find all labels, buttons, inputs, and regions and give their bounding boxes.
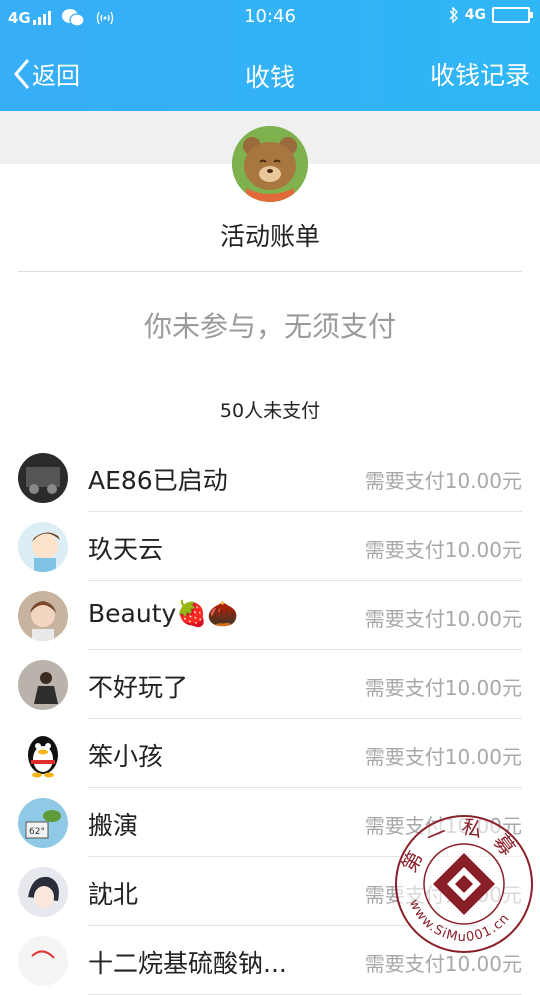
member-avatar — [18, 453, 68, 503]
unpaid-count: 50人未支付 — [219, 400, 321, 422]
collection-record-link[interactable]: 收钱记录 — [430, 56, 530, 92]
no-payment-notice: 你未参与，无须支付 — [143, 310, 396, 343]
header-bar: 4G 10:46 4G 返回 收钱 收钱记录 — [0, 0, 540, 111]
payment-amount: 需要支付10.00元 — [364, 745, 522, 769]
payment-amount: 需要支付10.00元 — [364, 676, 522, 700]
member-name: 不好玩了 — [88, 673, 189, 702]
member-name: 十二烷基硫酸钠... — [88, 949, 287, 978]
member-name: 笨小孩 — [88, 742, 164, 771]
nav-bar: 返回 收钱 收钱记录 — [0, 48, 540, 98]
bear-icon — [232, 126, 308, 202]
penguin-avatar-icon — [18, 729, 68, 779]
watermark-seal-icon: 第一私募 www.SiMu001.cn — [395, 814, 533, 953]
list-item[interactable]: 玖天云 需要支付10.00元 — [0, 512, 540, 581]
payment-amount: 需要支付10.00元 — [364, 538, 522, 562]
activity-title: 活动账单 — [219, 222, 320, 251]
section-divider — [18, 271, 522, 272]
payment-amount: 需要支付10.00元 — [364, 469, 522, 493]
svg-text:62°: 62° — [29, 827, 45, 837]
dark-photo-avatar-icon — [18, 453, 68, 503]
list-item[interactable]: 不好玩了 需要支付10.00元 — [0, 650, 540, 719]
network-type-label: 4G — [464, 7, 486, 23]
payment-amount: 需要支付10.00元 — [364, 607, 522, 631]
member-avatar — [18, 660, 68, 710]
list-item[interactable]: AE86已启动 需要支付10.00元 — [0, 443, 540, 512]
member-name: AE86已启动 — [88, 466, 228, 495]
watermark-seal: 第一私募 www.SiMu001.cn — [393, 813, 535, 955]
cartoon-62-avatar-icon: 62° — [18, 798, 68, 848]
member-avatar — [18, 729, 68, 779]
list-item[interactable]: 笨小孩 需要支付10.00元 — [0, 719, 540, 788]
member-avatar: 62° — [18, 798, 68, 848]
cartoon-boy-avatar-icon — [18, 522, 68, 572]
bluetooth-icon — [449, 7, 458, 23]
anime-avatar-icon — [18, 867, 68, 917]
member-avatar — [18, 867, 68, 917]
status-bar: 4G 10:46 4G — [0, 0, 540, 36]
member-name: 玖天云 — [88, 535, 164, 564]
member-name: 搬演 — [88, 811, 139, 840]
list-item[interactable]: Beauty🍓🌰 需要支付10.00元 — [0, 581, 540, 650]
member-name: Beauty🍓🌰 — [88, 599, 239, 628]
member-avatar — [18, 522, 68, 572]
member-name: 訦北 — [88, 880, 139, 909]
battery-icon — [492, 7, 533, 23]
member-avatar — [18, 936, 68, 986]
sitting-girl-avatar-icon — [18, 660, 68, 710]
activity-avatar — [232, 126, 308, 202]
member-avatar — [18, 591, 68, 641]
child-photo-avatar-icon — [18, 591, 68, 641]
sketch-avatar-icon — [18, 936, 68, 986]
